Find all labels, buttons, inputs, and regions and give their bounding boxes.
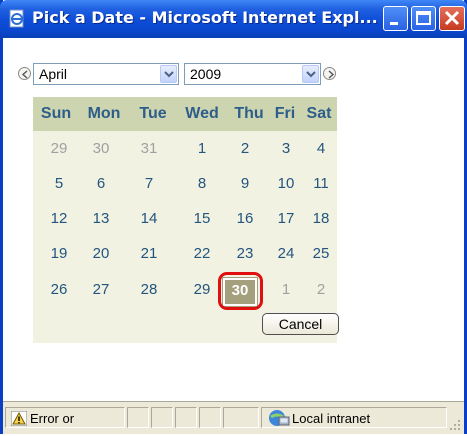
- calendar-day-other-month[interactable]: 2: [306, 281, 336, 298]
- next-month-button[interactable]: [323, 67, 336, 80]
- calendar-day-other-month[interactable]: 29: [44, 140, 74, 157]
- weekday-sat: Sat: [306, 105, 332, 122]
- chevron-down-icon: [306, 71, 316, 78]
- weekday-tue: Tue: [139, 105, 167, 122]
- window-title: Pick a Date - Microsoft Internet Expl...: [32, 8, 378, 27]
- calendar-day[interactable]: 10: [271, 175, 301, 192]
- status-bar: Error or Local intranet: [3, 401, 464, 434]
- close-button[interactable]: [439, 6, 465, 31]
- status-pane-2: [151, 407, 173, 428]
- weekday-header-row: Sun Mon Tue Wed Thu Fri Sat: [33, 97, 337, 131]
- calendar-day[interactable]: 21: [134, 245, 164, 262]
- status-pane-4: [199, 407, 221, 428]
- close-icon: [444, 10, 460, 26]
- title-bar[interactable]: Pick a Date - Microsoft Internet Expl...: [0, 0, 467, 38]
- status-pane-1: [127, 407, 149, 428]
- calendar-day[interactable]: 6: [86, 175, 116, 192]
- calendar-day[interactable]: 11: [306, 175, 336, 192]
- month-select[interactable]: April: [33, 63, 179, 85]
- calendar-day[interactable]: 27: [86, 281, 116, 298]
- highlight-annotation-circle: [218, 272, 263, 310]
- calendar-day[interactable]: 14: [134, 210, 164, 227]
- calendar-day-other-month[interactable]: 1: [271, 281, 301, 298]
- calendar-day[interactable]: 29: [187, 281, 217, 298]
- maximize-button[interactable]: [411, 6, 436, 31]
- weekday-mon: Mon: [87, 105, 121, 122]
- year-select[interactable]: 2009: [184, 63, 321, 85]
- calendar-day[interactable]: 7: [134, 175, 164, 192]
- calendar-day[interactable]: 4: [306, 140, 336, 157]
- calendar-day[interactable]: 9: [230, 175, 260, 192]
- year-dropdown-button[interactable]: [302, 65, 319, 83]
- calendar-day[interactable]: 17: [271, 210, 301, 227]
- month-dropdown-button[interactable]: [160, 65, 177, 83]
- month-value: April: [39, 66, 68, 82]
- minimize-icon: [390, 22, 398, 25]
- popup-window: Pick a Date - Microsoft Internet Expl...…: [0, 0, 467, 434]
- weekday-wed: Wed: [185, 105, 219, 122]
- calendar-day[interactable]: 8: [187, 175, 217, 192]
- resize-grip-icon[interactable]: [449, 419, 461, 431]
- calendar-day[interactable]: 22: [187, 245, 217, 262]
- status-zone: Local intranet: [292, 411, 371, 426]
- calendar-day[interactable]: 26: [44, 281, 74, 298]
- calendar-day-other-month[interactable]: 31: [134, 140, 164, 157]
- calendar-day[interactable]: 19: [44, 245, 74, 262]
- status-message: Error or: [30, 411, 75, 426]
- calendar-day[interactable]: 23: [230, 245, 260, 262]
- calendar-day[interactable]: 16: [230, 210, 260, 227]
- calendar-day[interactable]: 12: [44, 210, 74, 227]
- weekday-sun: Sun: [40, 105, 72, 122]
- chevron-right-icon: [328, 70, 335, 79]
- calendar-day[interactable]: 15: [187, 210, 217, 227]
- chevron-left-icon: [21, 70, 28, 79]
- prev-month-button[interactable]: [18, 67, 31, 80]
- weekday-thu: Thu: [234, 105, 264, 122]
- calendar-day[interactable]: 2: [230, 140, 260, 157]
- chevron-down-icon: [164, 71, 174, 78]
- calendar-day[interactable]: 18: [306, 210, 336, 227]
- minimize-button[interactable]: [383, 6, 408, 31]
- calendar-day[interactable]: 3: [271, 140, 301, 157]
- calendar-day-other-month[interactable]: 30: [86, 140, 116, 157]
- calendar-day[interactable]: 28: [134, 281, 164, 298]
- calendar-day[interactable]: 1: [187, 140, 217, 157]
- calendar-day[interactable]: 5: [44, 175, 74, 192]
- calendar-day[interactable]: 13: [86, 210, 116, 227]
- weekday-fri: Fri: [274, 105, 296, 122]
- calendar-day[interactable]: 20: [86, 245, 116, 262]
- warning-icon[interactable]: [11, 411, 27, 426]
- calendar-day[interactable]: 25: [306, 245, 336, 262]
- status-pane-5: [223, 407, 259, 428]
- status-pane-3: [175, 407, 197, 428]
- calendar-day[interactable]: 24: [271, 245, 301, 262]
- cancel-button[interactable]: Cancel: [262, 313, 339, 335]
- maximize-icon: [416, 11, 431, 25]
- local-intranet-icon: [269, 410, 290, 426]
- ie-page-icon: [9, 9, 24, 28]
- year-value: 2009: [190, 66, 222, 82]
